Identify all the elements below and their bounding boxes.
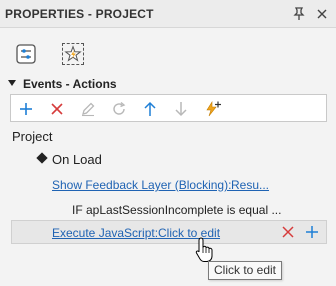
expand-triangle-icon[interactable] [8, 80, 16, 86]
sliders-icon[interactable] [15, 43, 37, 65]
tooltip: Click to edit [208, 261, 282, 280]
arrow-down-icon[interactable] [172, 100, 190, 118]
close-icon[interactable] [314, 6, 330, 22]
add-action-plus-icon[interactable] [305, 225, 319, 239]
pin-icon[interactable] [291, 6, 307, 22]
event-on-load[interactable]: On Load [52, 152, 102, 167]
section-label: Events - Actions [23, 77, 117, 91]
action-show-feedback-layer[interactable]: Show Feedback Layer (Blocking): [52, 178, 231, 192]
action-execute-javascript[interactable]: Execute JavaScript: [52, 226, 158, 240]
x-icon[interactable] [48, 100, 66, 118]
pencil-icon[interactable] [79, 100, 97, 118]
actions-toolbar [10, 94, 327, 122]
condition-if[interactable]: IF apLastSessionIncomplete is equal ... [72, 203, 281, 217]
hand-cursor-icon [195, 237, 213, 262]
lightning-plus-icon[interactable] [203, 100, 223, 118]
plus-icon[interactable] [17, 100, 35, 118]
action-show-feedback-layer-value[interactable]: Resu... [231, 178, 269, 192]
panel-title: PROPERTIES - PROJECT [5, 7, 154, 21]
event-bullet-icon [36, 152, 48, 164]
panel-title-bar: PROPERTIES - PROJECT [0, 0, 336, 28]
view-switcher [0, 28, 336, 72]
tree-root-project[interactable]: Project [12, 129, 52, 144]
star-lightning-icon[interactable] [62, 43, 84, 65]
refresh-icon[interactable] [110, 100, 128, 118]
events-actions-section-header[interactable]: Events - Actions [0, 74, 336, 92]
arrow-up-icon[interactable] [141, 100, 159, 118]
delete-action-x-icon[interactable] [281, 225, 295, 239]
